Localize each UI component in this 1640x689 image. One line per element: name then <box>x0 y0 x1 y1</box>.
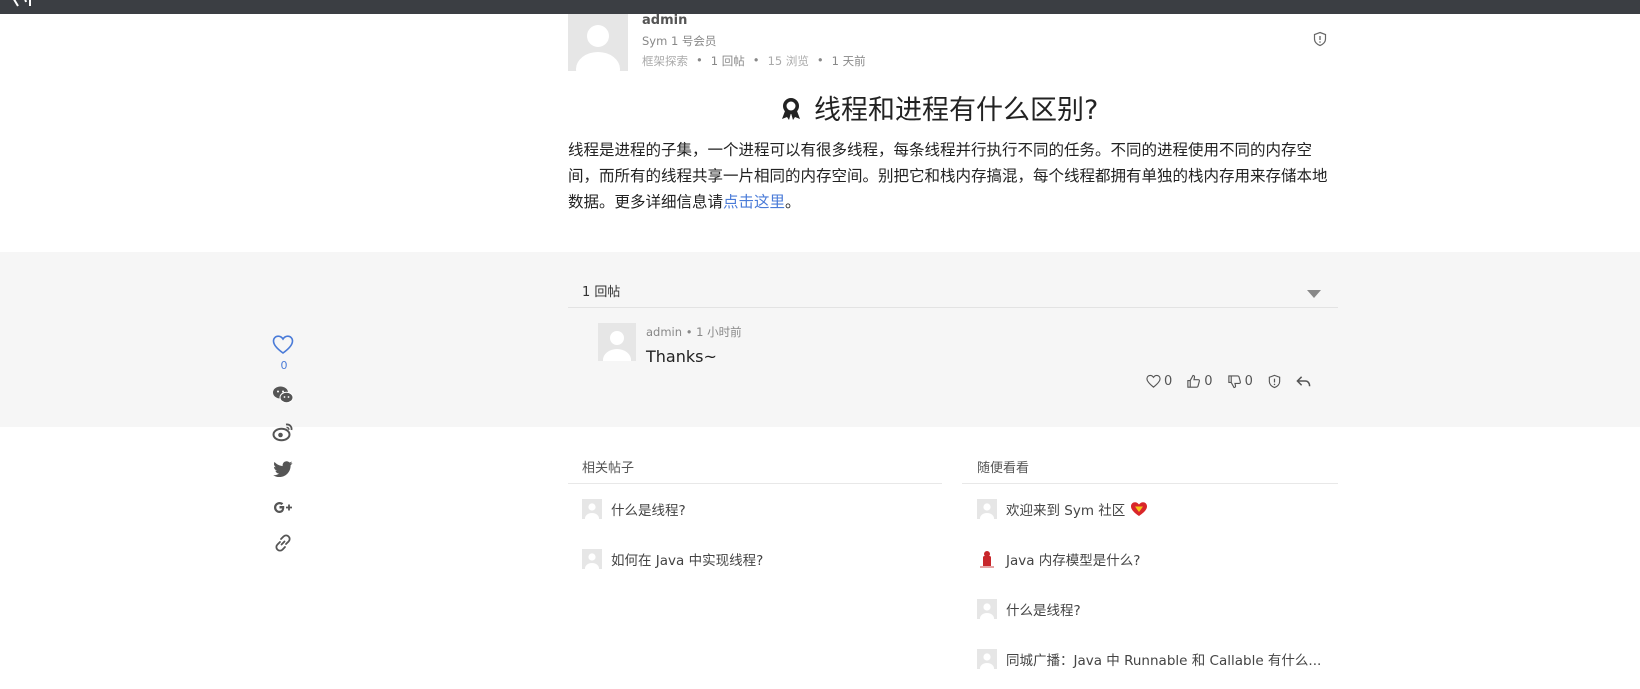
post-reply-count[interactable]: 1 回帖 <box>711 53 745 69</box>
weibo-share-button[interactable] <box>272 421 296 445</box>
random-post-item[interactable]: 什么是线程? <box>977 599 1081 619</box>
post-thumbnail <box>977 649 997 669</box>
reply-section <box>0 252 1640 427</box>
random-post-title: 欢迎来到 Sym 社区 <box>1006 503 1126 519</box>
reply-meta: admin • 1 小时前 <box>646 324 742 340</box>
post-thumbnail <box>582 549 602 569</box>
author-level: Sym 1 号会员 <box>642 34 717 48</box>
thanks-count: 0 <box>1164 374 1173 389</box>
post-meta: 框架探索 • 1 回帖 • 15 浏览 • 1 天前 <box>642 53 866 69</box>
upvote-count: 0 <box>1204 374 1213 389</box>
reply-button[interactable] <box>1296 374 1311 389</box>
thumbs-down-icon <box>1227 374 1242 389</box>
google-plus-icon <box>272 496 296 518</box>
random-post-title: 什么是线程? <box>1006 603 1081 619</box>
post-thumbnail <box>977 499 997 519</box>
reply-time: 1 小时前 <box>696 325 742 339</box>
like-button[interactable] <box>272 334 296 358</box>
downvote-button[interactable]: 0 <box>1227 374 1253 389</box>
meta-separator: • <box>752 53 760 67</box>
random-post-title: Java 内存模型是什么? <box>1006 553 1141 569</box>
divider <box>568 483 942 484</box>
report-shield-icon <box>1267 374 1282 389</box>
post-category[interactable]: 框架探索 <box>642 53 688 69</box>
post-title: 线程和进程有什么区别? <box>778 88 1098 127</box>
random-post-item[interactable]: 欢迎来到 Sym 社区 <box>977 499 1148 519</box>
like-count: 0 <box>280 359 288 372</box>
reply-text: Thanks~ <box>646 347 717 366</box>
sort-dropdown-icon[interactable] <box>1306 284 1322 298</box>
divider <box>962 483 1338 484</box>
site-logo[interactable] <box>6 0 58 8</box>
random-post-item[interactable]: Java 内存模型是什么? <box>977 549 1140 569</box>
author-avatar[interactable] <box>568 14 628 71</box>
related-post-title: 什么是线程? <box>611 503 686 519</box>
post-body-text: 线程是进程的子集，一个进程可以有很多线程，每条线程并行执行不同的任务。不同的进程… <box>568 141 1328 211</box>
twitter-icon <box>272 458 296 480</box>
post-view-count: 15 浏览 <box>767 54 809 68</box>
post-thumbnail <box>977 549 997 569</box>
related-post-item[interactable]: 如何在 Java 中实现线程? <box>582 549 763 569</box>
author-name[interactable]: admin <box>642 13 687 28</box>
meta-separator: • <box>816 53 824 67</box>
reply-arrow-icon <box>1296 374 1311 389</box>
divider <box>568 307 1338 308</box>
meta-separator: • <box>685 325 693 339</box>
wechat-icon <box>272 384 296 406</box>
weibo-icon <box>272 421 296 443</box>
thumbs-up-icon <box>1186 374 1201 389</box>
downvote-count: 0 <box>1244 374 1253 389</box>
wechat-share-button[interactable] <box>272 384 296 408</box>
post-content: 线程是进程的子集，一个进程可以有很多线程，每条线程并行执行不同的任务。不同的进程… <box>568 137 1338 215</box>
related-post-title: 如何在 Java 中实现线程? <box>611 553 764 569</box>
copy-link-button[interactable] <box>272 532 296 556</box>
reply-avatar[interactable] <box>598 323 636 361</box>
link-icon <box>272 532 296 554</box>
twitter-share-button[interactable] <box>272 458 296 482</box>
heart-icon <box>1146 374 1161 389</box>
post-body-end: 。 <box>785 193 801 211</box>
heart-icon <box>272 334 296 356</box>
meta-separator: • <box>696 53 703 67</box>
report-shield-icon[interactable] <box>1312 31 1328 47</box>
related-posts-title: 相关帖子 <box>582 461 635 476</box>
reply-author[interactable]: admin <box>646 325 682 339</box>
random-post-item[interactable]: 同城广播：Java 中 Runnable 和 Callable 有什么... <box>977 649 1321 669</box>
google-plus-share-button[interactable] <box>272 496 296 520</box>
report-button[interactable] <box>1267 374 1282 389</box>
post-thumbnail <box>977 599 997 619</box>
reply-actions: 0 0 0 <box>1146 374 1311 389</box>
post-thumbnail <box>582 499 602 519</box>
top-navbar <box>0 0 1640 14</box>
heart-emoji-icon <box>1130 501 1148 517</box>
upvote-button[interactable]: 0 <box>1186 374 1213 389</box>
thanks-button[interactable]: 0 <box>1146 374 1172 389</box>
related-post-item[interactable]: 什么是线程? <box>582 499 686 519</box>
post-time: 1 天前 <box>831 54 866 68</box>
reply-count-header: 1 回帖 <box>582 285 621 300</box>
post-body-link[interactable]: 点击这里 <box>723 193 785 211</box>
random-posts-title: 随便看看 <box>977 461 1030 476</box>
award-badge-icon <box>778 95 804 121</box>
random-post-title: 同城广播：Java 中 Runnable 和 Callable 有什么... <box>1006 653 1322 669</box>
post-title-text: 线程和进程有什么区别? <box>814 95 1099 126</box>
